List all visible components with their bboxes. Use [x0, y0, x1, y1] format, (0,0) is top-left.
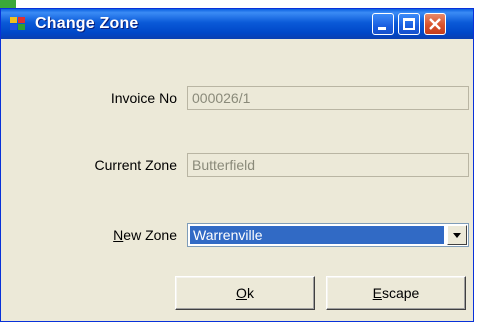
maximize-button[interactable]: [398, 13, 420, 35]
new-zone-label-mnemonic: N: [113, 227, 124, 243]
escape-label: scape: [381, 285, 420, 301]
minimize-icon: [378, 27, 386, 30]
new-zone-selected-value: Warrenville: [190, 226, 444, 244]
close-button[interactable]: [424, 13, 446, 35]
current-zone-field: Butterfield: [187, 153, 469, 177]
ok-label: k: [246, 285, 254, 301]
current-zone-label: Current Zone: [94, 157, 177, 173]
new-zone-label: New Zone: [41, 227, 177, 243]
new-zone-label-text: ew Zone: [123, 227, 177, 243]
dropdown-arrow-icon[interactable]: [447, 225, 467, 245]
background-marker: [0, 0, 16, 8]
close-icon: [429, 18, 441, 30]
change-zone-dialog: Change Zone Invoice No 000026/1 Current …: [0, 8, 474, 322]
title-bar[interactable]: Change Zone: [1, 9, 473, 39]
background-strip: [0, 0, 480, 8]
escape-button[interactable]: Escape: [326, 276, 466, 310]
invoice-label: Invoice No: [110, 90, 177, 106]
invoice-field: 000026/1: [187, 86, 469, 110]
escape-mnemonic: E: [372, 285, 382, 301]
minimize-button[interactable]: [372, 13, 394, 35]
ok-button[interactable]: Ok: [175, 276, 315, 310]
new-zone-select[interactable]: Warrenville: [187, 223, 469, 247]
maximize-icon: [403, 18, 415, 30]
app-icon: [10, 17, 26, 31]
ok-mnemonic: O: [236, 285, 247, 301]
window-title: Change Zone: [35, 15, 139, 32]
